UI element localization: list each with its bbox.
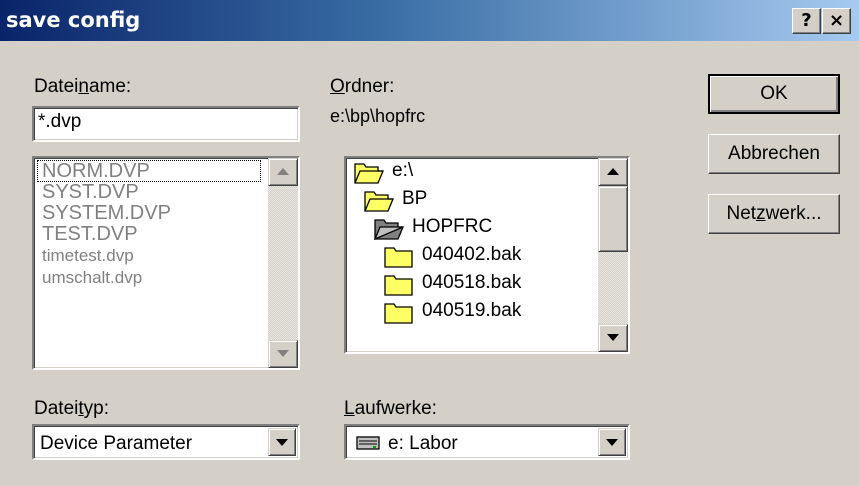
- scroll-up-button[interactable]: [268, 158, 298, 186]
- filename-input[interactable]: [38, 111, 288, 133]
- title-bar[interactable]: save config ? ×: [0, 0, 859, 41]
- file-item-umschalt[interactable]: umschalt.dvp: [42, 268, 142, 288]
- help-button[interactable]: ?: [792, 8, 821, 34]
- file-item-norm[interactable]: NORM.DVP: [42, 160, 150, 183]
- arrow-up-icon: [277, 168, 289, 175]
- filetype-value: Device Parameter: [40, 433, 193, 454]
- folder-tree[interactable]: e:\ BP HOPFRC 040402.bak 040518.bak 0405…: [344, 156, 630, 354]
- drives-value: e: Labor: [388, 433, 458, 454]
- drives-label: Laufwerke:: [344, 398, 437, 419]
- scroll-up-button[interactable]: [598, 158, 628, 186]
- cancel-button[interactable]: Abbrechen: [708, 134, 840, 174]
- open-folder-icon: [364, 191, 394, 212]
- window-title: save config: [6, 8, 141, 32]
- current-path: e:\bp\hopfrc: [330, 106, 426, 126]
- open-folder-icon: [354, 163, 384, 184]
- folder-tree-scrollbar[interactable]: [598, 158, 628, 352]
- chevron-down-icon: [276, 439, 288, 446]
- scroll-down-button[interactable]: [268, 340, 298, 368]
- drives-select[interactable]: e: Labor: [344, 424, 630, 460]
- network-button[interactable]: Netzwerk...: [708, 194, 840, 234]
- folder-item-label: HOPFRC: [412, 216, 493, 237]
- arrow-down-icon: [277, 350, 289, 357]
- filetype-dropdown-button[interactable]: [268, 428, 296, 456]
- arrow-down-icon: [607, 334, 619, 341]
- chevron-down-icon: [606, 439, 618, 446]
- scroll-thumb[interactable]: [598, 186, 628, 252]
- file-item-system[interactable]: SYSTEM.DVP: [42, 202, 171, 225]
- file-item-timetest[interactable]: timetest.dvp: [42, 246, 134, 266]
- folder-item-label: 040519.bak: [422, 300, 522, 321]
- scroll-down-button[interactable]: [598, 324, 628, 352]
- ok-button[interactable]: OK: [708, 74, 840, 114]
- drive-icon: [356, 436, 380, 450]
- folder-item-label: BP: [402, 188, 428, 209]
- folder-label: Ordner:: [330, 76, 395, 97]
- save-config-dialog: save config ? × Dateiname: NORM.DVP SYST…: [0, 0, 859, 486]
- folder-icon: [384, 247, 413, 268]
- folder-icon: [384, 275, 413, 296]
- folder-item-label: 040402.bak: [422, 244, 522, 265]
- file-item-test[interactable]: TEST.DVP: [42, 223, 138, 246]
- close-button[interactable]: ×: [822, 8, 851, 34]
- arrow-up-icon: [607, 168, 619, 175]
- file-list[interactable]: NORM.DVP SYST.DVP SYSTEM.DVP TEST.DVP ti…: [32, 156, 300, 370]
- folder-item-label: 040518.bak: [422, 272, 522, 293]
- folder-icon: [384, 303, 413, 324]
- open-folder-selected-icon: [374, 219, 404, 240]
- file-item-syst[interactable]: SYST.DVP: [42, 181, 139, 204]
- filename-field[interactable]: [32, 106, 300, 142]
- drives-dropdown-button[interactable]: [598, 428, 626, 456]
- filetype-label: Dateityp:: [34, 398, 109, 419]
- folder-item-label: e:\: [392, 160, 414, 181]
- file-list-scrollbar[interactable]: [268, 158, 298, 368]
- filename-label: Dateiname:: [34, 76, 132, 97]
- filetype-select[interactable]: Device Parameter: [32, 424, 300, 460]
